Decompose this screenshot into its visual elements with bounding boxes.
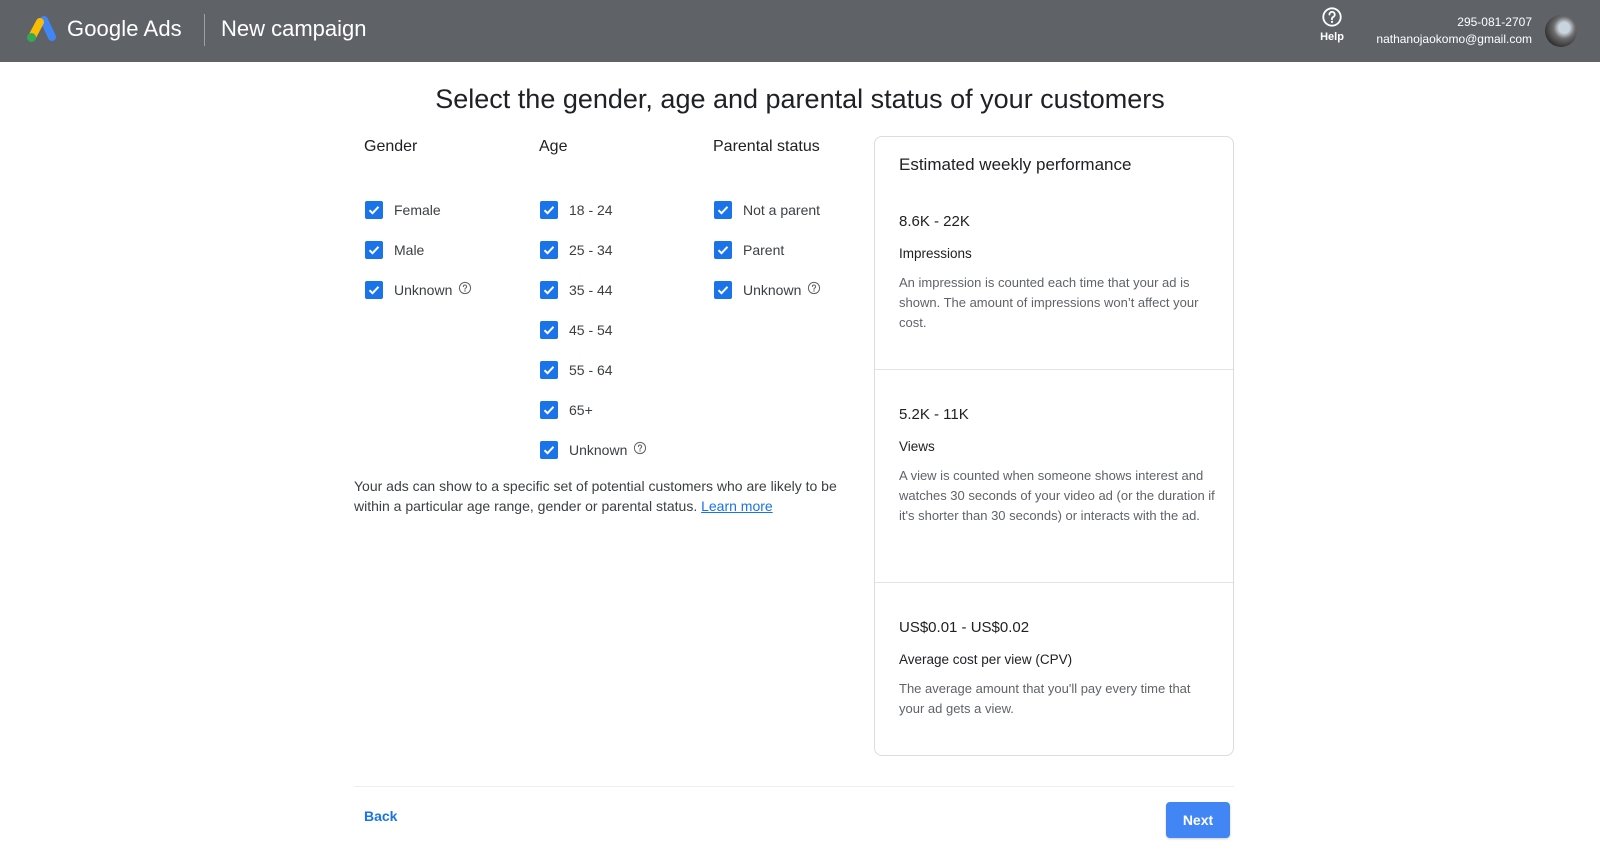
performance-panel: Estimated weekly performance 8.6K - 22K … [874,136,1234,756]
checkmark-icon [543,446,555,455]
account-info[interactable]: 295-081-2707 nathanojaokomo@gmail.com [1376,14,1532,48]
option-label: 18 - 24 [569,202,613,218]
metric-value: 8.6K - 22K [899,213,970,230]
panel-divider [875,369,1233,370]
age-option[interactable]: 25 - 34 [539,238,613,262]
age-option[interactable]: 18 - 24 [539,198,613,222]
checkbox[interactable] [365,281,383,299]
checkbox[interactable] [540,441,558,459]
metric-description: The average amount that you'll pay every… [899,681,1191,716]
performance-title: Estimated weekly performance [899,155,1132,174]
next-button[interactable]: Next [1166,802,1230,838]
parental-status-heading: Parental status [713,138,820,155]
metric-label: Impressions [899,246,972,261]
checkmark-icon [717,246,729,255]
checkmark-icon [368,206,380,215]
age-option[interactable]: Unknown [539,438,647,462]
checkbox[interactable] [540,281,558,299]
avatar[interactable] [1545,15,1577,47]
checkbox[interactable] [540,321,558,339]
help-icon[interactable] [458,281,472,300]
checkmark-icon [717,286,729,295]
targeting-description: Your ads can show to a specific set of p… [354,476,844,516]
gender-option[interactable]: Female [364,198,441,222]
metric-description: An impression is counted each time that … [899,275,1199,330]
checkbox[interactable] [714,281,732,299]
gender-option[interactable]: Male [364,238,424,262]
google-ads-logo-icon[interactable] [24,16,56,44]
option-label: Unknown [569,442,628,458]
checkbox[interactable] [714,241,732,259]
age-option[interactable]: 35 - 44 [539,278,613,302]
gender-option[interactable]: Unknown [364,278,472,302]
metric-impressions: 8.6K - 22K Impressions An impression is … [899,213,1215,333]
parental-status-option[interactable]: Unknown [713,278,821,302]
checkmark-icon [368,286,380,295]
account-id: 295-081-2707 [1457,15,1532,29]
help-icon[interactable] [807,281,821,300]
checkbox[interactable] [540,361,558,379]
option-label: Unknown [394,282,453,298]
help-icon[interactable] [633,441,647,460]
top-bar: Google Ads New campaign Help 295-081-270… [0,0,1600,62]
option-label: 45 - 54 [569,322,613,338]
metric-label: Average cost per view (CPV) [899,652,1073,667]
metric-views: 5.2K - 11K Views A view is counted when … [899,406,1215,526]
checkmark-icon [543,406,555,415]
checkmark-icon [543,206,555,215]
help-label: Help [1320,31,1344,43]
checkmark-icon [543,326,555,335]
header-title: New campaign [221,16,367,41]
checkbox[interactable] [365,241,383,259]
learn-more-link[interactable]: Learn more [701,498,773,514]
age-option[interactable]: 65+ [539,398,593,422]
option-label: Male [394,242,425,258]
parental-status-option[interactable]: Not a parent [713,198,820,222]
option-label: Unknown [743,282,802,298]
option-label: Not a parent [743,202,821,218]
help-button[interactable]: Help [1312,6,1352,54]
option-label: 35 - 44 [569,282,613,298]
account-email: nathanojaokomo@gmail.com [1376,32,1532,46]
checkbox[interactable] [714,201,732,219]
checkbox[interactable] [540,401,558,419]
metric-value: 5.2K - 11K [899,406,969,423]
gender-heading: Gender [364,138,418,155]
option-label: 55 - 64 [569,362,613,378]
footer-divider [354,786,1234,787]
help-circle-icon [1322,7,1342,27]
panel-divider [875,582,1233,583]
age-option[interactable]: 45 - 54 [539,318,613,342]
metric-cpv: US$0.01 - US$0.02 Average cost per view … [899,619,1215,719]
checkmark-icon [543,366,555,375]
brand-name: Google Ads [67,16,182,41]
option-label: 65+ [569,402,593,418]
option-label: Female [394,202,441,218]
option-label: 25 - 34 [569,242,613,258]
checkmark-icon [717,206,729,215]
checkmark-icon [543,246,555,255]
age-column: Age 18 - 24 25 - 34 35 - 44 45 - 54 55 - 64 6… [539,138,699,459]
checkmark-icon [543,286,555,295]
header-divider [204,14,205,46]
checkmark-icon [368,246,380,255]
back-button[interactable]: Back [364,808,397,824]
checkbox[interactable] [365,201,383,219]
age-option[interactable]: 55 - 64 [539,358,613,382]
parental-status-option[interactable]: Parent [713,238,784,262]
metric-label: Views [899,439,935,454]
gender-column: Gender Female Male Unknown [364,138,524,299]
parental-status-column: Parental status Not a parent Parent Unknow… [713,138,873,299]
checkbox[interactable] [540,201,558,219]
page-title: Select the gender, age and parental stat… [435,84,1165,114]
age-heading: Age [539,138,568,155]
metric-description: A view is counted when someone shows int… [899,468,1215,523]
checkbox[interactable] [540,241,558,259]
option-label: Parent [743,242,785,258]
metric-value: US$0.01 - US$0.02 [899,619,1030,636]
